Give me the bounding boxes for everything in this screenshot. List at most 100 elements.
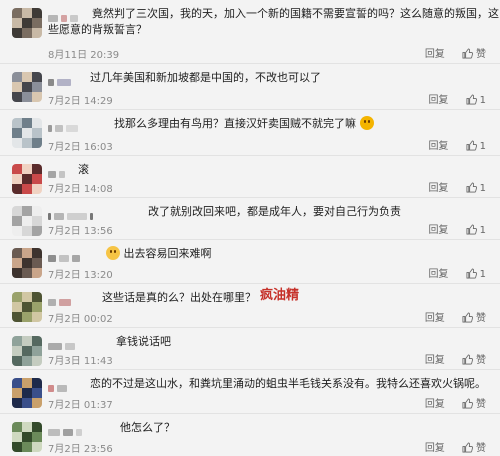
like-button[interactable]: 1: [466, 140, 486, 152]
comment-actions: 回复 赞: [425, 395, 486, 410]
reply-button[interactable]: 回复: [425, 399, 445, 410]
thumbs-up-icon: [462, 442, 473, 453]
grinning-emoji-icon: [359, 116, 374, 130]
username-blurred[interactable]: [48, 378, 70, 392]
like-button[interactable]: 1: [466, 182, 486, 194]
username-blurred[interactable]: [48, 292, 74, 306]
comment-time: 7月2日 00:02: [48, 314, 113, 325]
thumbs-up-icon: [466, 182, 477, 193]
watermark-text: 疯油精: [260, 288, 300, 303]
like-count: 1: [479, 141, 486, 152]
like-count: 赞: [476, 443, 486, 454]
reply-button[interactable]: 回复: [428, 95, 448, 106]
like-count: 1: [479, 183, 486, 194]
reply-button[interactable]: 回复: [425, 313, 445, 324]
comment-item: 这些话是真的么？出处在哪里？ 7月2日 00:02 回复 赞: [0, 284, 500, 328]
comment-actions: 回复 赞: [425, 309, 486, 324]
avatar[interactable]: [12, 336, 42, 366]
comment-time: 7月2日 13:56: [48, 226, 113, 237]
like-button[interactable]: 1: [466, 268, 486, 280]
comment-actions: 回复 1: [428, 179, 486, 194]
like-count: 1: [479, 225, 486, 236]
avatar[interactable]: [12, 292, 42, 322]
comment-actions: 回复 1: [428, 221, 486, 236]
reply-button[interactable]: 回复: [428, 225, 448, 236]
username-blurred[interactable]: [48, 206, 96, 220]
username-blurred[interactable]: [48, 72, 74, 86]
comment-text: 改了就别改回来吧，都是成年人，要对自己行为负责: [148, 205, 401, 218]
comment-text: 恋的不过是这山水，和粪坑里涌动的蛆虫半毛钱关系没有。我特么还喜欢火锅呢。: [90, 377, 486, 390]
comment-time: 7月2日 16:03: [48, 142, 113, 153]
like-count: 赞: [476, 399, 486, 410]
comment-time: 7月2日 01:37: [48, 400, 113, 411]
comment-time: 7月3日 11:43: [48, 356, 113, 367]
comment-text: 这些话是真的么？出处在哪里？: [102, 291, 256, 304]
comment-text: 滚: [78, 163, 89, 176]
like-button[interactable]: 1: [466, 94, 486, 106]
thumbs-up-icon: [466, 224, 477, 235]
avatar[interactable]: [12, 248, 42, 278]
comment-actions: 回复 1: [428, 91, 486, 106]
comment-actions: 回复 1: [428, 137, 486, 152]
thumbs-up-icon: [462, 354, 473, 365]
username-blurred[interactable]: [48, 164, 68, 178]
like-count: 1: [479, 95, 486, 106]
username-blurred[interactable]: [48, 336, 78, 350]
avatar[interactable]: [12, 72, 42, 102]
comment-actions: 回复 赞: [425, 439, 486, 454]
comment-list: 竟然判了三次国，我的天，加入一个新的国籍不需要宣誓的吗？这么随意的叛国，这 些愿…: [0, 0, 500, 456]
avatar[interactable]: [12, 378, 42, 408]
like-count: 1: [479, 269, 486, 280]
comment-time: 8月11日 20:39: [48, 50, 120, 61]
comment-text-continued: 些愿意的背叛誓言？: [48, 23, 147, 36]
comment-text: 过几年美国和新加坡都是中国的，不改也可以了: [90, 71, 321, 84]
thumbs-up-icon: [466, 94, 477, 105]
like-count: 赞: [476, 313, 486, 324]
comment-text: 拿钱说话吧: [116, 335, 171, 348]
comment-actions: 回复 赞: [425, 351, 486, 366]
reply-button[interactable]: 回复: [425, 49, 445, 60]
comment-actions: 回复 赞: [425, 45, 486, 60]
comment-item: 滚 7月2日 14:08 回复 1: [0, 156, 500, 198]
username-blurred[interactable]: [48, 422, 85, 436]
comment-text: 找那么多理由有鸟用？直接汉奸卖国贼不就完了嘛: [114, 116, 374, 131]
reply-button[interactable]: 回复: [428, 141, 448, 152]
avatar[interactable]: [12, 118, 42, 148]
like-button[interactable]: 1: [466, 224, 486, 236]
reply-button[interactable]: 回复: [428, 269, 448, 280]
thumbs-up-icon: [462, 398, 473, 409]
comment-item: 他怎么了？ 7月2日 23:56 回复 赞: [0, 414, 500, 456]
avatar[interactable]: [12, 164, 42, 194]
like-button[interactable]: 赞: [462, 354, 486, 366]
comment-item: 改了就别改回来吧，都是成年人，要对自己行为负责 7月2日 13:56 回复 1: [0, 198, 500, 240]
username-blurred[interactable]: [48, 248, 83, 262]
like-button[interactable]: 赞: [462, 48, 486, 60]
like-count: 赞: [476, 49, 486, 60]
avatar[interactable]: [12, 8, 42, 38]
comment-item: 找那么多理由有鸟用？直接汉奸卖国贼不就完了嘛 7月2日 16:03 回复 1: [0, 110, 500, 156]
comment-item: 竟然判了三次国，我的天，加入一个新的国籍不需要宣誓的吗？这么随意的叛国，这 些愿…: [0, 0, 500, 64]
username-blurred[interactable]: [48, 118, 81, 132]
thumbs-up-icon: [462, 312, 473, 323]
avatar[interactable]: [12, 206, 42, 236]
like-button[interactable]: 赞: [462, 312, 486, 324]
comment-time: 7月2日 23:56: [48, 444, 113, 455]
comment-item: 恋的不过是这山水，和粪坑里涌动的蛆虫半毛钱关系没有。我特么还喜欢火锅呢。 7月2…: [0, 370, 500, 414]
comment-actions: 回复 1: [428, 265, 486, 280]
thumbs-up-icon: [466, 268, 477, 279]
reply-button[interactable]: 回复: [428, 183, 448, 194]
comment-text: 竟然判了三次国，我的天，加入一个新的国籍不需要宣誓的吗？这么随意的叛国，这: [92, 7, 499, 20]
thumbs-up-icon: [466, 140, 477, 151]
comment-time: 7月2日 14:29: [48, 96, 113, 107]
like-button[interactable]: 赞: [462, 398, 486, 410]
reply-button[interactable]: 回复: [425, 355, 445, 366]
username-blurred[interactable]: [48, 8, 81, 22]
comment-time: 7月2日 13:20: [48, 270, 113, 281]
avatar[interactable]: [12, 422, 42, 452]
like-button[interactable]: 赞: [462, 442, 486, 454]
comment-text: 出去容易回来难啊: [106, 246, 212, 261]
reply-button[interactable]: 回复: [425, 443, 445, 454]
thumbs-up-icon: [462, 48, 473, 59]
like-count: 赞: [476, 355, 486, 366]
shy-emoji-icon: [106, 246, 120, 260]
